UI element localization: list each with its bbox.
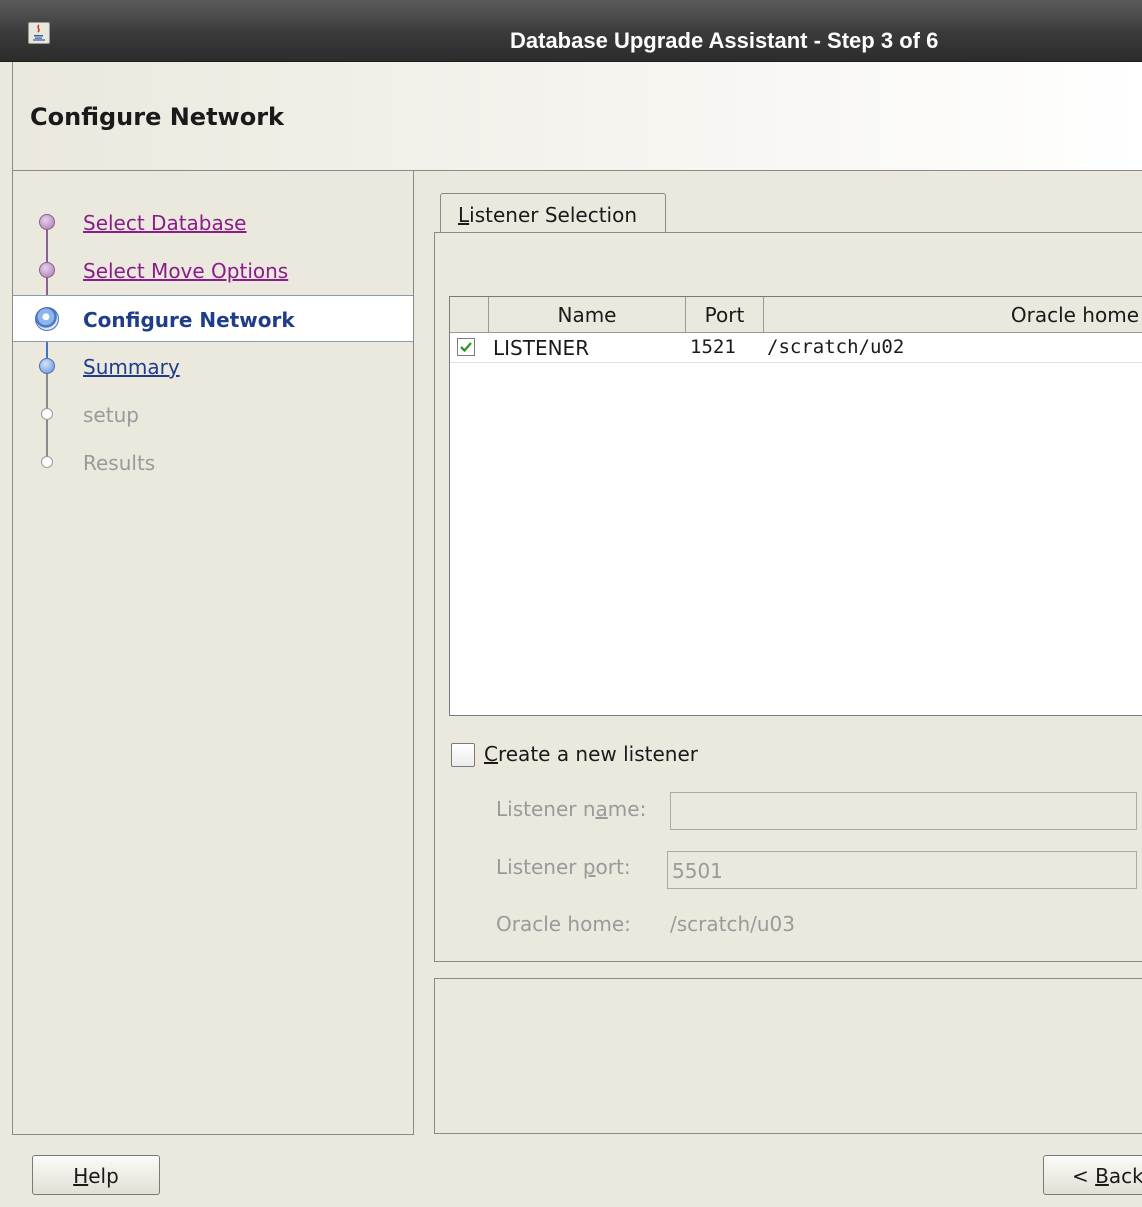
cell-port: 1521 — [690, 336, 736, 358]
listener-port-field: 5501 — [667, 851, 1137, 889]
tab-label: Listener Selection — [458, 203, 638, 227]
cell-name: LISTENER — [493, 336, 590, 360]
nav-item-label: Results — [83, 451, 156, 475]
create-new-listener-label[interactable]: Create a new listener — [484, 742, 698, 766]
listener-name-field — [670, 792, 1137, 830]
nav-item-label[interactable]: Summary — [83, 355, 180, 379]
listener-name-label: Listener name: — [496, 797, 647, 821]
step-disabled-icon — [41, 408, 53, 420]
check-icon — [460, 342, 472, 353]
row-checkbox[interactable] — [457, 338, 475, 356]
window-titlebar[interactable]: Database Upgrade Assistant - Step 3 of 6 — [0, 0, 1142, 62]
step-next-icon — [39, 358, 55, 374]
window-title: Database Upgrade Assistant - Step 3 of 6 — [510, 28, 939, 53]
listener-port-value: 5501 — [672, 859, 723, 883]
nav-item-label: setup — [83, 403, 139, 427]
help-button[interactable]: Help — [32, 1155, 160, 1195]
column-header-name[interactable]: Name — [489, 297, 686, 332]
cell-oracle-home: /scratch/u02 — [767, 336, 905, 358]
column-header-oracle-home[interactable]: Oracle home — [764, 297, 1142, 332]
table-header: Name Port Oracle home — [450, 297, 1142, 333]
step-navigation: Select Database Select Move Options Conf… — [12, 171, 414, 1135]
page-title: Configure Network — [30, 103, 285, 131]
nav-item-summary[interactable]: Summary — [13, 343, 413, 389]
table-row[interactable]: LISTENER 1521 /scratch/u02 — [450, 333, 1142, 363]
page-header: Configure Network — [12, 62, 1142, 171]
nav-item-results: Results — [13, 439, 413, 485]
nav-item-label[interactable]: Select Database — [83, 211, 247, 235]
nav-item-label: Configure Network — [83, 308, 295, 332]
message-panel — [434, 978, 1142, 1134]
back-button[interactable]: < Back — [1043, 1155, 1142, 1195]
nav-item-label[interactable]: Select Move Options — [83, 259, 288, 283]
step-current-icon — [35, 307, 59, 331]
oracle-home-value: /scratch/u03 — [670, 912, 796, 936]
create-new-listener-checkbox[interactable] — [451, 743, 475, 767]
nav-item-setup: setup — [13, 391, 413, 437]
tab-listener-selection[interactable]: Listener Selection — [440, 193, 666, 233]
listener-port-label: Listener port: — [496, 855, 631, 879]
java-icon[interactable] — [28, 22, 50, 44]
listener-table[interactable]: Name Port Oracle home LISTENER 1521 /scr… — [449, 296, 1142, 716]
column-header-select[interactable] — [450, 297, 489, 332]
oracle-home-label: Oracle home: — [496, 912, 631, 936]
step-visited-icon — [39, 214, 55, 230]
nav-item-configure-network[interactable]: Configure Network — [13, 295, 413, 342]
nav-item-select-move-options[interactable]: Select Move Options — [13, 247, 413, 293]
step-visited-icon — [39, 262, 55, 278]
nav-item-select-database[interactable]: Select Database — [13, 199, 413, 245]
step-disabled-icon — [41, 456, 53, 468]
column-header-port[interactable]: Port — [686, 297, 764, 332]
